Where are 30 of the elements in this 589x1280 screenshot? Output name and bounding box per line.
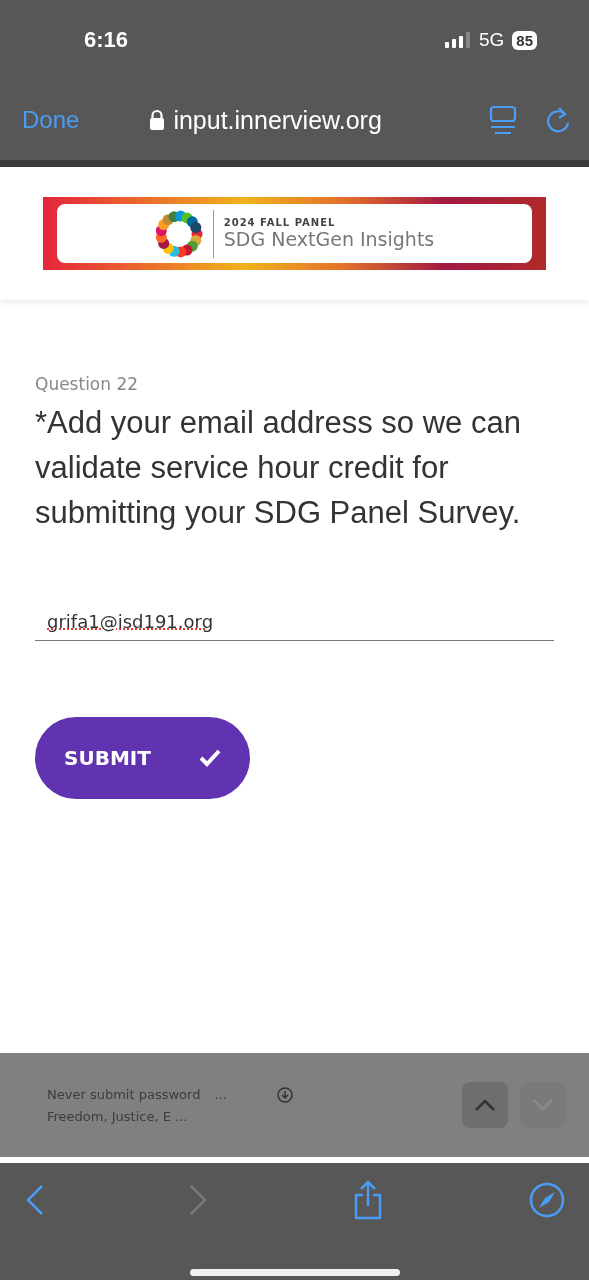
back-button[interactable] xyxy=(26,1184,44,1216)
lock-icon xyxy=(149,109,166,131)
share-button[interactable] xyxy=(352,1180,384,1220)
compass-icon xyxy=(529,1182,565,1218)
more-ellipsis[interactable]: ... xyxy=(214,1087,227,1102)
download-icon[interactable] xyxy=(276,1086,293,1103)
submit-button[interactable]: SUBMIT xyxy=(35,717,250,799)
banner-title: SDG NextGen Insights xyxy=(223,228,435,250)
compass-button[interactable] xyxy=(529,1182,565,1218)
reader-icon[interactable] xyxy=(489,105,517,135)
autofill-suggestion[interactable]: Never submit password xyxy=(47,1087,201,1102)
chevron-up-icon xyxy=(474,1099,496,1111)
forward-icon xyxy=(189,1184,207,1216)
back-icon xyxy=(26,1184,44,1216)
done-button[interactable]: Done xyxy=(22,106,80,134)
email-field[interactable]: grifa1@isd191.org xyxy=(35,603,554,641)
banner-eyebrow: 2024 FALL PANEL xyxy=(223,217,337,228)
battery-level: 85 xyxy=(512,30,537,50)
share-icon xyxy=(352,1180,384,1220)
question-number: Question 22 xyxy=(35,374,140,394)
autofill-suggestion[interactable]: Freedom, Justice, E ... xyxy=(47,1108,188,1124)
signal-icon xyxy=(444,32,471,48)
reload-icon[interactable] xyxy=(545,106,571,134)
previous-field-button[interactable] xyxy=(462,1082,508,1128)
question-text: *Add your email address so we can validate service hour credit for submitting your SDG Panel Survey. xyxy=(35,404,522,532)
url-text[interactable]: input.innerview.org xyxy=(173,105,382,135)
check-icon xyxy=(198,749,221,767)
network-label: 5G xyxy=(478,29,505,51)
status-time: 6:16 xyxy=(84,27,129,53)
sdg-wheel-icon xyxy=(154,209,203,258)
